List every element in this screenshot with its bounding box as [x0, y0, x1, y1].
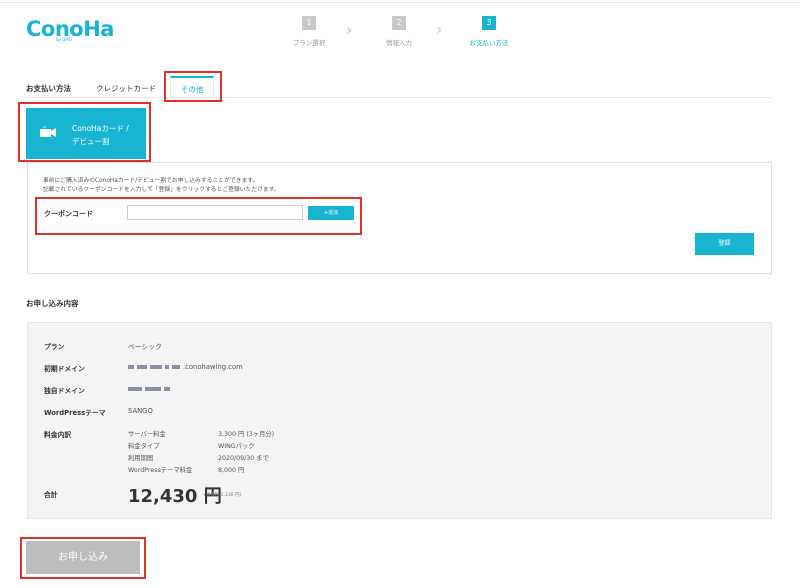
redacted-block: [128, 387, 142, 391]
tax-note: (消費税 1,130 円): [204, 493, 242, 498]
initial-domain-label: 初期ドメイン: [44, 365, 85, 373]
redacted-block: [164, 387, 170, 391]
highlight-tab-other: [164, 71, 222, 102]
plan-value: ベーシック: [128, 343, 162, 351]
fee-value: 8,000 円: [218, 467, 245, 474]
fee-name: 利用期間: [128, 455, 154, 462]
coupon-note-line2: 記載されているクーポンコードを入力して「登録」をクリックするとご登録いただけます…: [43, 187, 280, 193]
step-3-label: お支払い方法: [469, 39, 509, 47]
redacted-block: [128, 365, 134, 369]
wp-theme-value: SANGO: [128, 407, 153, 415]
fee-name: WordPressテーマ料金: [128, 467, 193, 474]
redacted-block: [172, 365, 180, 369]
fee-value: 2020/09/30 まで: [218, 455, 269, 462]
tab-credit-card[interactable]: クレジットカード: [96, 83, 156, 94]
own-domain-label: 独自ドメイン: [44, 387, 85, 395]
coupon-note-line1: 事前にご購入済みのConoHaカード/デビュー割でお申し込みすることができます。: [43, 178, 259, 184]
highlight-card-button: [18, 102, 151, 162]
fee-name: サーバー料金: [128, 431, 166, 438]
highlight-submit-button: [20, 537, 146, 579]
step-2-label: 情報入力: [386, 39, 412, 47]
register-button[interactable]: 登録: [695, 233, 754, 255]
redacted-block: [145, 387, 161, 391]
total-label: 合計: [44, 491, 58, 499]
wp-theme-label: WordPressテーマ: [44, 409, 106, 417]
step-1-label: プラン選択: [292, 39, 326, 47]
redacted-block: [137, 365, 147, 369]
summary-title: お申し込み内容: [26, 299, 79, 308]
tab-divider: [26, 97, 772, 98]
redacted-block: [165, 365, 169, 369]
fee-value: WINGパック: [218, 443, 255, 450]
step-2-number: 2: [392, 16, 406, 30]
step-chevron-icon: ›: [436, 20, 443, 39]
step-1-number: 1: [302, 16, 316, 30]
step-3-number: 3: [482, 16, 496, 30]
logo-sub: by GMO: [56, 37, 72, 42]
fee-name: 料金タイプ: [128, 443, 160, 450]
initial-domain-value: .conohawing.com: [128, 363, 243, 371]
plan-label: プラン: [44, 343, 65, 351]
initial-domain-suffix: .conohawing.com: [183, 363, 243, 371]
highlight-coupon-row: [35, 197, 362, 235]
fee-breakdown-label: 料金内訳: [44, 431, 72, 439]
own-domain-value: [128, 385, 173, 393]
payment-method-heading: お支払い方法: [26, 84, 71, 93]
step-chevron-icon: ›: [346, 20, 353, 39]
fee-value: 3,300 円 (3ヶ月分): [218, 431, 275, 438]
redacted-block: [150, 365, 162, 369]
top-border: [0, 2, 800, 3]
